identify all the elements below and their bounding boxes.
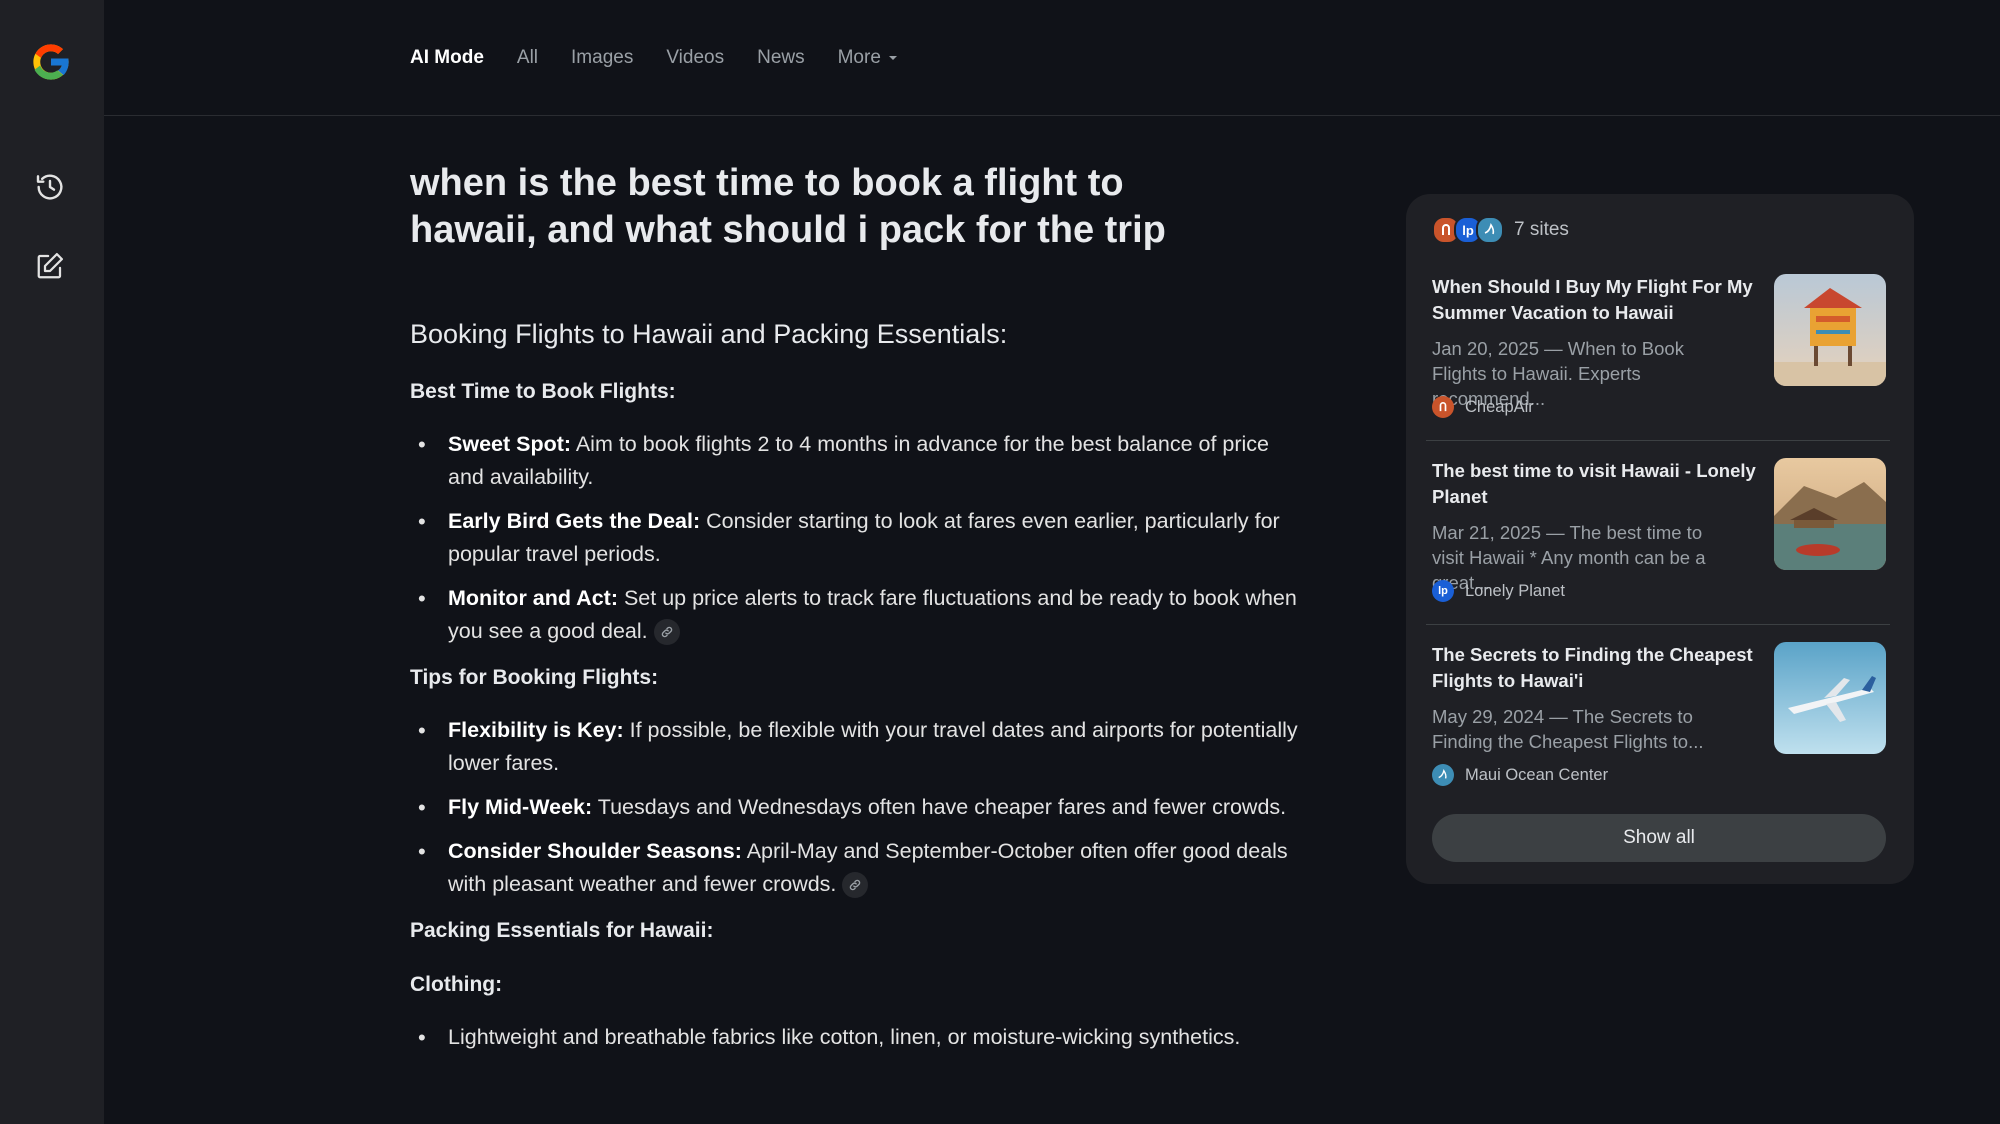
card-title: The Secrets to Finding the Cheapest Flig… (1432, 644, 1753, 691)
item-bold: Sweet Spot: (448, 432, 572, 456)
history-button[interactable] (30, 167, 70, 207)
section-title: Clothing: (410, 973, 503, 996)
maui-ocean-center-favicon (1432, 764, 1454, 786)
search-mode-tabs: AI Mode All Images Videos News More (410, 47, 930, 69)
show-all-button[interactable]: Show all (1432, 814, 1886, 862)
ai-answer: when is the best time to book a flight t… (410, 160, 1310, 1065)
list-item: Consider Shoulder Seasons: April-May and… (410, 835, 1310, 901)
list-item: Flexibility is Key: If possible, be flex… (410, 714, 1310, 780)
cheapair-favicon (1432, 396, 1454, 418)
list-item: Early Bird Gets the Deal: Consider start… (410, 505, 1310, 571)
source-name: Maui Ocean Center (1465, 765, 1609, 784)
card-title: The best time to visit Hawaii - Lonely P… (1432, 460, 1756, 507)
sources-panel: lp 7 sites When Should I Buy My Flight F… (1406, 194, 1914, 884)
card-thumbnail (1774, 642, 1886, 754)
history-icon (36, 174, 63, 200)
tab-all[interactable]: All (517, 47, 538, 69)
card-title: When Should I Buy My Flight For My Summe… (1432, 276, 1753, 323)
card-source: lp Lonely Planet (1432, 580, 1565, 602)
bullet-list: Flexibility is Key: If possible, be flex… (410, 714, 1310, 901)
tab-news[interactable]: News (757, 47, 805, 69)
card-source: Maui Ocean Center (1432, 764, 1608, 786)
item-bold: Early Bird Gets the Deal: (448, 509, 701, 533)
bullet-list: Sweet Spot: Aim to book flights 2 to 4 m… (410, 428, 1310, 648)
tab-more-label: More (837, 47, 881, 68)
chevron-down-icon (888, 56, 897, 60)
answer-heading: Booking Flights to Hawaii and Packing Es… (410, 319, 1008, 349)
section-title: Best Time to Book Flights: (410, 380, 676, 403)
google-logo[interactable] (28, 39, 74, 85)
source-link-button[interactable] (842, 872, 869, 899)
link-icon (661, 627, 672, 638)
list-item: Lightweight and breathable fabrics like … (410, 1021, 1310, 1054)
divider (1426, 440, 1890, 441)
item-text: Aim to book flights 2 to 4 months in adv… (448, 432, 1270, 489)
user-query: when is the best time to book a flight t… (410, 162, 1166, 251)
source-name: CheapAir (1465, 397, 1534, 416)
sites-count: 7 sites (1514, 219, 1569, 240)
source-link-button[interactable] (653, 619, 680, 646)
tab-ai-mode[interactable]: AI Mode (410, 47, 484, 69)
item-bold: Monitor and Act: (448, 586, 618, 610)
card-thumbnail (1774, 458, 1886, 570)
tab-images[interactable]: Images (571, 47, 633, 69)
maui-ocean-center-favicon (1476, 216, 1504, 244)
tab-more[interactable]: More (838, 47, 897, 69)
list-item: Monitor and Act: Set up price alerts to … (410, 582, 1310, 648)
list-item: Fly Mid-Week: Tuesdays and Wednesdays of… (410, 791, 1310, 824)
sites-header[interactable]: lp 7 sites (1432, 216, 1569, 244)
divider (1426, 624, 1890, 625)
section-title: Tips for Booking Flights: (410, 666, 659, 689)
source-card[interactable]: The best time to visit Hawaii - Lonely P… (1432, 458, 1896, 608)
item-bold: Fly Mid-Week: (448, 795, 593, 819)
card-snippet: May 29, 2024 — The Secrets to Finding th… (1432, 706, 1704, 752)
card-thumbnail (1774, 274, 1886, 386)
item-bold: Consider Shoulder Seasons: (448, 839, 742, 863)
edit-icon (37, 253, 63, 279)
source-card[interactable]: The Secrets to Finding the Cheapest Flig… (1432, 642, 1896, 792)
new-chat-button[interactable] (30, 246, 70, 286)
top-bar: AI Mode All Images Videos News More (104, 0, 2000, 116)
item-text: Tuesdays and Wednesdays often have cheap… (592, 795, 1287, 819)
source-name: Lonely Planet (1465, 581, 1565, 600)
source-card[interactable]: When Should I Buy My Flight For My Summe… (1432, 274, 1896, 424)
bullet-list: Lightweight and breathable fabrics like … (410, 1021, 1310, 1054)
list-item: Sweet Spot: Aim to book flights 2 to 4 m… (410, 428, 1310, 494)
item-text: Lightweight and breathable fabrics like … (448, 1025, 1241, 1049)
tab-videos[interactable]: Videos (666, 47, 724, 69)
link-icon (850, 880, 861, 891)
card-source: CheapAir (1432, 396, 1534, 418)
lonely-planet-favicon: lp (1432, 580, 1454, 602)
side-rail (0, 0, 104, 1124)
section-title: Packing Essentials for Hawaii: (410, 919, 714, 942)
item-bold: Flexibility is Key: (448, 718, 624, 742)
